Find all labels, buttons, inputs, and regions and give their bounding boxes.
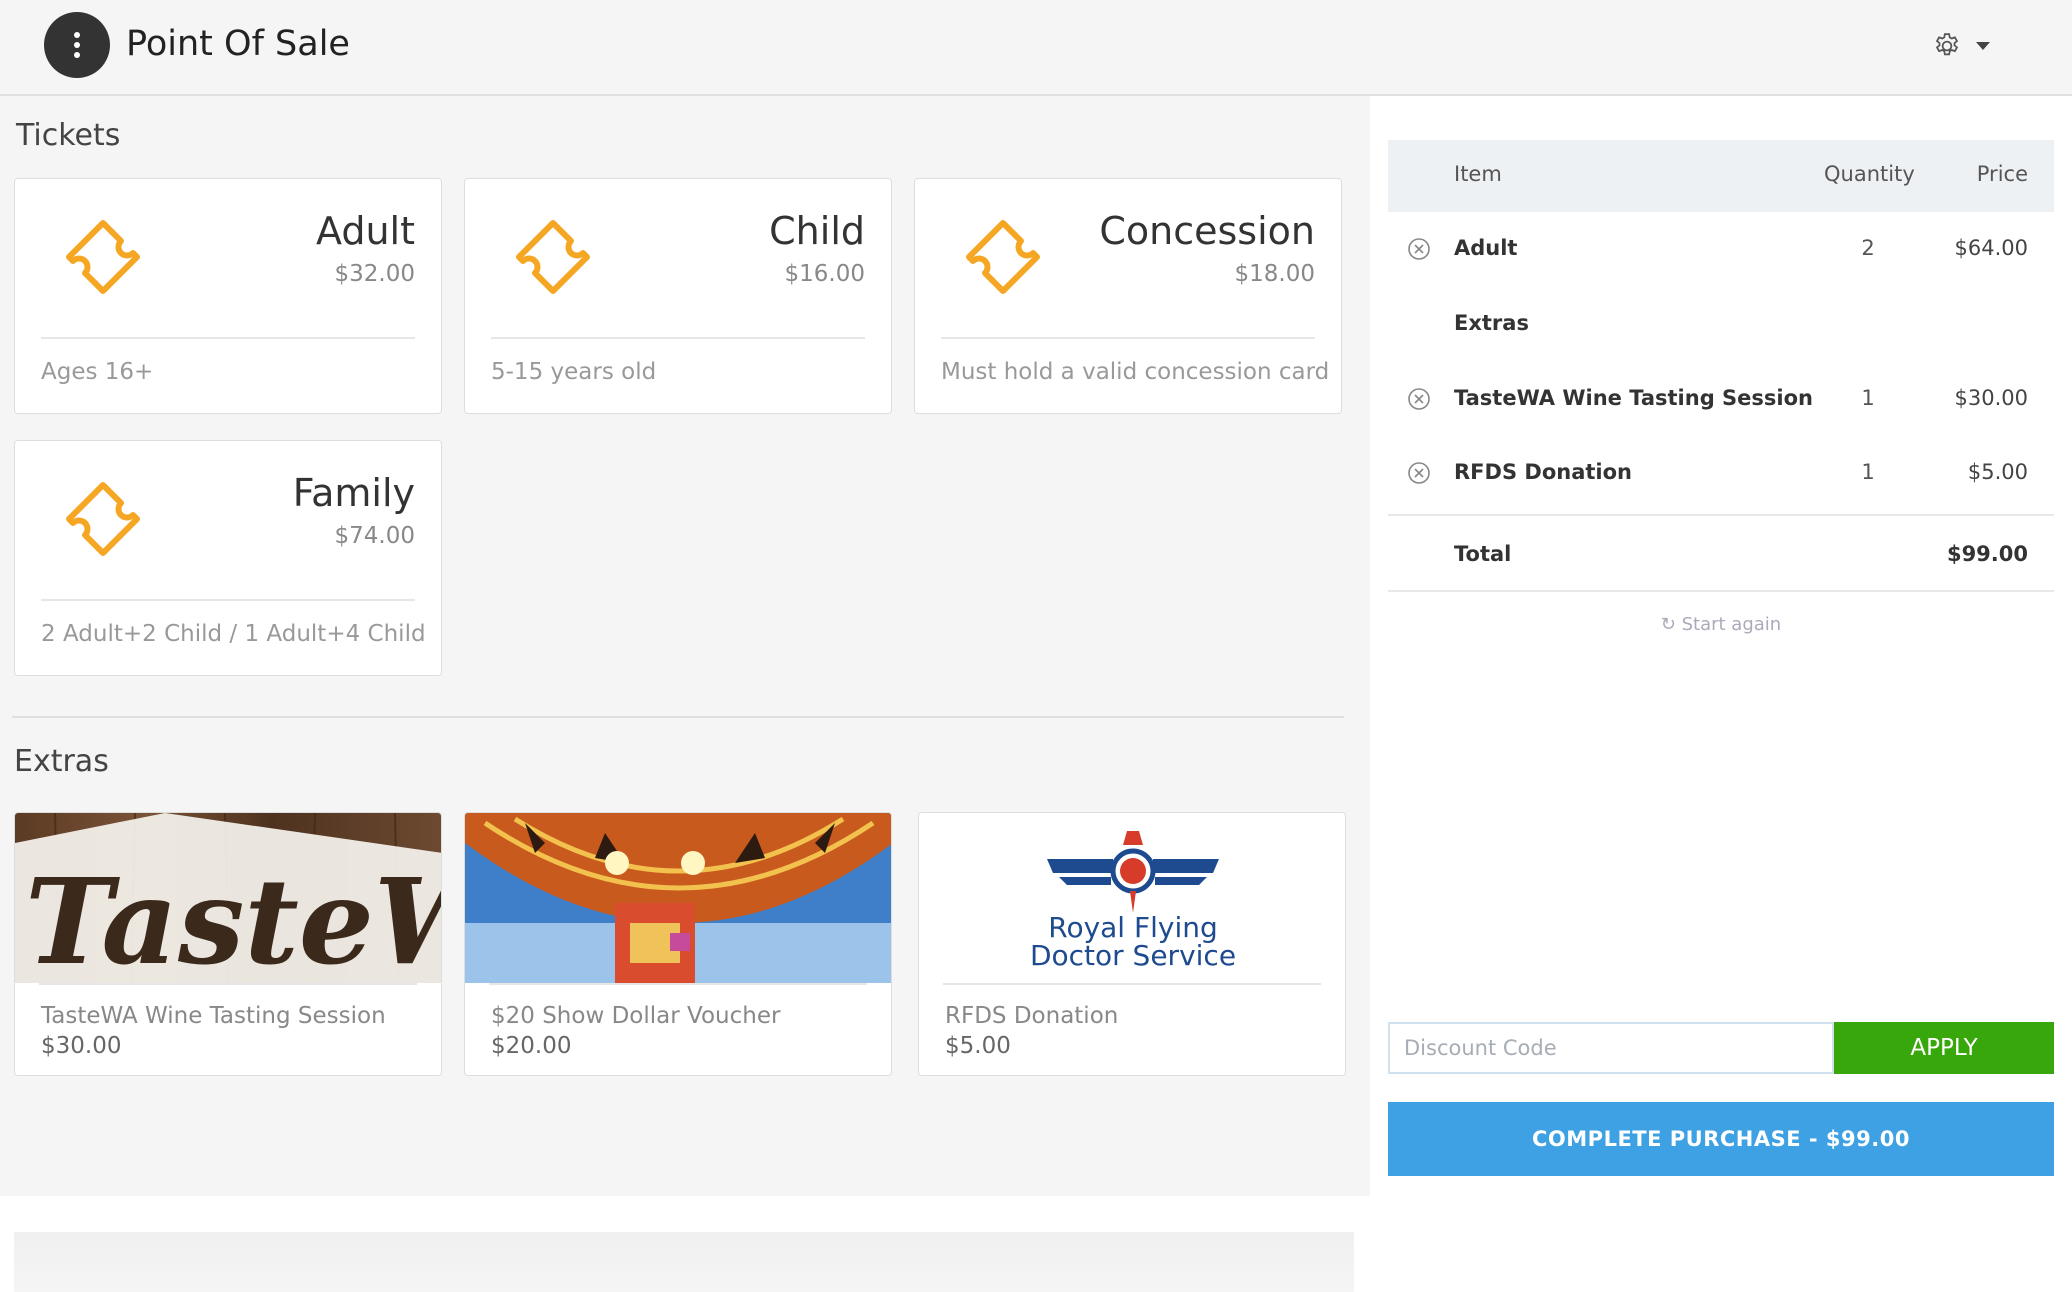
cart-group-label: Extras (1388, 299, 2054, 355)
cart-header: Item Quantity Price (1388, 140, 2054, 212)
app-title: Point Of Sale (126, 24, 350, 64)
chevron-down-icon (1976, 42, 1990, 50)
gear-icon (1935, 33, 1959, 56)
ticket-icon (66, 482, 140, 556)
divider (41, 599, 415, 601)
ticket-icon (516, 220, 590, 294)
tastewa-image: TasteWA (15, 813, 441, 983)
ticket-description: Must hold a valid concession card (941, 359, 1330, 385)
cart-item-quantity: 2 (1861, 236, 1875, 260)
extra-name: $20 Show Dollar Voucher (491, 1003, 781, 1029)
cart-item-name: TasteWA Wine Tasting Session (1454, 386, 1813, 410)
extras-heading: Extras (14, 744, 109, 779)
extra-card-tastewa[interactable]: TasteWA TasteWA Wine Tasting Session $30… (14, 812, 442, 1076)
products-panel: Tickets Adult $32.00 Ages 16+ Child $16.… (0, 96, 1370, 1292)
ticket-card-adult[interactable]: Adult $32.00 Ages 16+ (14, 178, 442, 414)
remove-icon[interactable] (1406, 236, 1432, 262)
menu-button[interactable] (44, 12, 110, 78)
cart-item-price: $64.00 (1954, 236, 2028, 260)
column-header-price: Price (1976, 162, 2028, 186)
divider (1388, 514, 2054, 516)
cart-item-price: $5.00 (1967, 460, 2028, 484)
ticket-price: $18.00 (1234, 261, 1315, 287)
cart-item-name: Adult (1454, 236, 1518, 260)
svg-text:TasteWA: TasteWA (25, 852, 441, 983)
svg-text:Doctor Service: Doctor Service (1030, 939, 1236, 972)
extra-price: $5.00 (945, 1033, 1011, 1059)
divider (941, 337, 1315, 339)
ticket-icon (66, 220, 140, 294)
apply-discount-button[interactable]: APPLY (1834, 1022, 2054, 1074)
cart-item-price: $30.00 (1954, 386, 2028, 410)
ticket-name: Adult (316, 209, 415, 253)
ticket-name: Family (292, 471, 415, 515)
divider (1388, 590, 2054, 592)
top-bar: Point Of Sale (0, 0, 2072, 96)
rfds-logo-image: Royal Flying Doctor Service (919, 813, 1345, 983)
divider (41, 337, 415, 339)
ticket-description: 5-15 years old (491, 359, 657, 385)
cart-row: RFDS Donation 1 $5.00 (1388, 448, 2054, 504)
complete-purchase-button[interactable]: COMPLETE PURCHASE - $99.00 (1388, 1102, 2054, 1176)
divider (943, 983, 1321, 985)
cart-row: Adult 2 $64.00 (1388, 224, 2054, 280)
ticket-price: $32.00 (334, 261, 415, 287)
ticket-card-child[interactable]: Child $16.00 5-15 years old (464, 178, 892, 414)
settings-menu[interactable] (1932, 28, 1990, 64)
ticket-name: Concession (1099, 209, 1315, 253)
extra-card-rfds-donation[interactable]: Royal Flying Doctor Service RFDS Donatio… (918, 812, 1346, 1076)
divider (489, 983, 867, 985)
ticket-description: 2 Adult+2 Child / 1 Adult+4 Child (41, 621, 426, 647)
discount-code-input[interactable] (1388, 1022, 1834, 1074)
scroll-shadow (14, 1232, 1354, 1292)
ticket-price: $16.00 (784, 261, 865, 287)
cart-item-quantity: 1 (1861, 386, 1875, 410)
ticket-price: $74.00 (334, 523, 415, 549)
extra-name: TasteWA Wine Tasting Session (41, 1003, 386, 1029)
total-label: Total (1454, 542, 1512, 566)
cart-total-row: Total $99.00 (1388, 530, 2054, 586)
extra-name: RFDS Donation (945, 1003, 1119, 1029)
ticket-description: Ages 16+ (41, 359, 154, 385)
remove-icon[interactable] (1406, 386, 1432, 412)
column-header-item: Item (1454, 162, 1502, 186)
cart-item-quantity: 1 (1861, 460, 1875, 484)
cart-item-name: RFDS Donation (1454, 460, 1632, 484)
cart-panel: Item Quantity Price Adult 2 $64.00 Extra… (1370, 96, 2072, 1196)
remove-icon[interactable] (1406, 460, 1432, 486)
ticket-card-concession[interactable]: Concession $18.00 Must hold a valid conc… (914, 178, 1342, 414)
column-header-quantity: Quantity (1824, 162, 1915, 186)
divider (39, 983, 417, 985)
extra-card-show-voucher[interactable]: $20 Show Dollar Voucher $20.00 (464, 812, 892, 1076)
extra-price: $20.00 (491, 1033, 572, 1059)
tickets-heading: Tickets (16, 118, 121, 153)
total-value: $99.00 (1946, 542, 2028, 566)
cart-group-extras: Extras (1454, 311, 1529, 335)
ticket-card-family[interactable]: Family $74.00 2 Adult+2 Child / 1 Adult+… (14, 440, 442, 676)
divider (491, 337, 865, 339)
refresh-icon: ↻ (1660, 614, 1676, 635)
extra-price: $30.00 (41, 1033, 122, 1059)
start-again-link[interactable]: ↻ Start again (1370, 614, 2072, 635)
ticket-icon (966, 220, 1040, 294)
show-ride-image (465, 813, 891, 983)
start-again-label: Start again (1681, 614, 1782, 635)
kebab-menu-icon (74, 32, 80, 58)
ticket-name: Child (769, 209, 865, 253)
section-divider (12, 716, 1344, 718)
cart-row: TasteWA Wine Tasting Session 1 $30.00 (1388, 374, 2054, 430)
